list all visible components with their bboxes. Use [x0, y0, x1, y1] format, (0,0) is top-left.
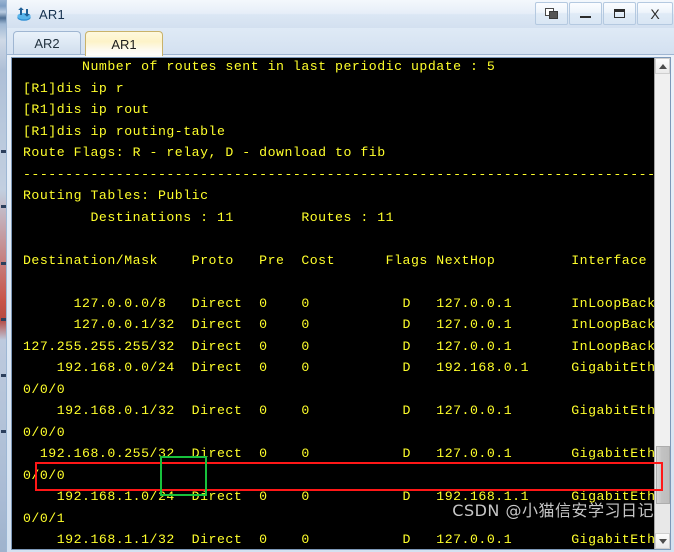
tab-strip: AR2 AR1: [7, 28, 674, 57]
terminal-text: Number of routes sent in last periodic u…: [23, 59, 656, 547]
ar1-console-window: AR1 X AR2 AR1 Number of routes sent in l…: [6, 0, 674, 552]
tab-ar1-label: AR1: [111, 36, 137, 52]
close-icon: X: [650, 5, 660, 22]
screenshot-root: AR1 X AR2 AR1 Number of routes sent in l…: [0, 0, 674, 552]
tab-ar2[interactable]: AR2: [13, 31, 81, 55]
chevron-down-icon: [658, 538, 667, 544]
terminal-panel: Number of routes sent in last periodic u…: [11, 57, 671, 550]
close-button[interactable]: X: [637, 2, 673, 25]
scrollbar-thumb[interactable]: [656, 446, 670, 504]
window-title: AR1: [39, 6, 65, 22]
scroll-up-button[interactable]: [655, 58, 670, 74]
vertical-scrollbar[interactable]: [654, 58, 670, 549]
tab-ar1[interactable]: AR1: [85, 31, 163, 57]
maximize-button[interactable]: [603, 2, 636, 25]
window-controls: X: [534, 2, 673, 26]
tab-ar2-label: AR2: [34, 36, 60, 51]
maximize-icon: [614, 9, 625, 18]
minimize-icon: [580, 16, 591, 18]
cascade-windows-button[interactable]: [535, 2, 568, 25]
scroll-down-button[interactable]: [655, 533, 670, 549]
router-icon: [15, 5, 33, 23]
title-bar[interactable]: AR1 X: [7, 0, 674, 28]
cascade-icon: [545, 7, 558, 20]
terminal-output-area[interactable]: Number of routes sent in last periodic u…: [12, 58, 656, 549]
chevron-up-icon: [658, 63, 667, 69]
minimize-button[interactable]: [569, 2, 602, 25]
csdn-watermark: CSDN @小猫信安学习日记: [452, 501, 654, 520]
